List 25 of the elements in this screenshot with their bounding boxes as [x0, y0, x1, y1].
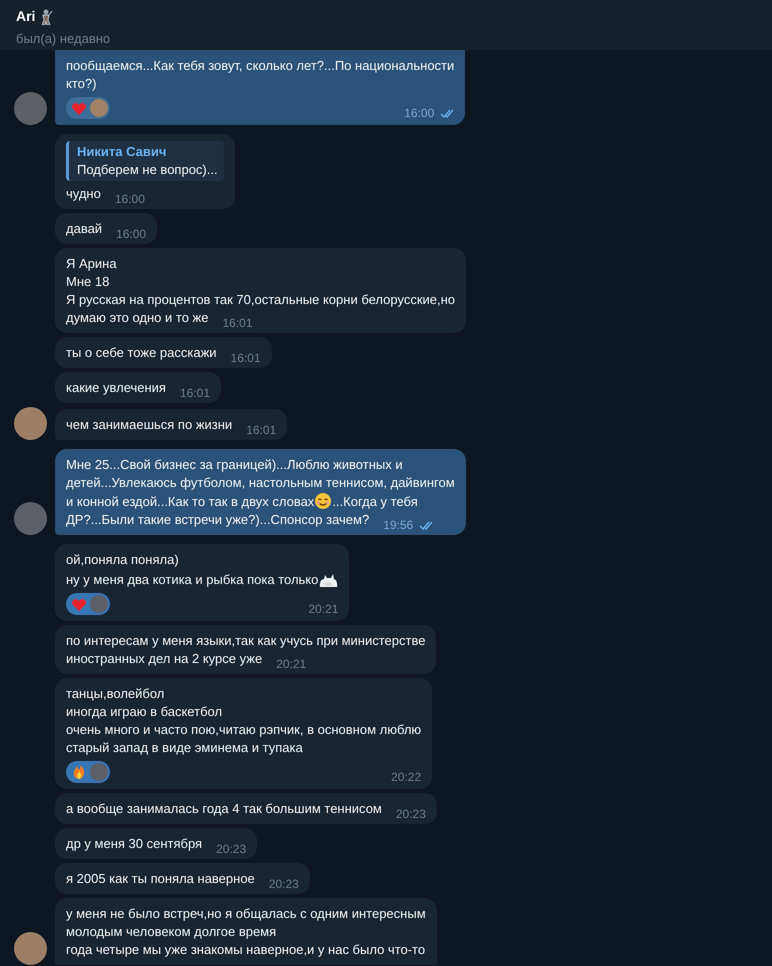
- heart-icon: [71, 596, 87, 612]
- message-time: 20:21: [308, 601, 338, 618]
- avatar-photo[interactable]: [14, 407, 46, 440]
- contact-name[interactable]: Ari: [16, 6, 36, 27]
- message-text: танцы,волейбол иногда играю в баскетбол очень много и часто пою,читаю рэпчик, в основном люблю старый запад в виде эминема и тупака: [66, 685, 422, 757]
- reply-author: Никита Савич: [77, 143, 168, 161]
- reactor-avatar: [90, 763, 108, 781]
- reactor-avatar: [90, 99, 108, 117]
- smiling-face-icon: [314, 492, 332, 510]
- message-time: 20:22: [391, 769, 422, 786]
- avatar-photo[interactable]: [14, 92, 46, 125]
- avatar-photo[interactable]: [14, 932, 46, 965]
- reactor-avatar: [90, 595, 108, 613]
- fire-icon: [71, 764, 87, 780]
- message-time: 16:00: [404, 105, 434, 122]
- figure-icon: [39, 8, 54, 24]
- avatar-photo[interactable]: [14, 502, 46, 535]
- message-text: у меня не было встреч,но я общалась с одним интересным молодым человеком долгое время года четыре мы уже знакомы наверное,и у нас было что-то: [66, 905, 426, 959]
- message-text: пообщаемся...Как тебя зовут, сколько лет?...По национальности кто?): [66, 57, 454, 93]
- reply-text: Подберем не вопрос)...: [77, 161, 218, 179]
- message-text: ой,поняла поняла) ну у меня два котика и рыбка пока только: [66, 551, 338, 589]
- heart-icon: [71, 100, 87, 116]
- reaction-chip[interactable]: [66, 761, 110, 783]
- last-seen-status: был(а) недавно: [16, 30, 112, 48]
- reply-quote[interactable]: Никита Савич Подберем не вопрос)...: [66, 141, 224, 181]
